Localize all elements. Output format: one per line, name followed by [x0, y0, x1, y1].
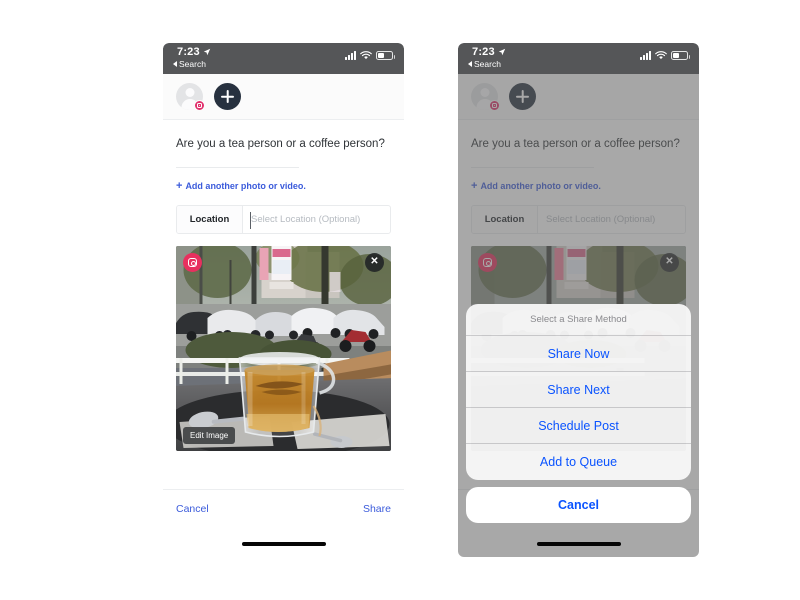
add-media-button[interactable]: + Add another photo or video.	[176, 179, 391, 192]
instagram-badge-icon	[194, 100, 205, 111]
status-bar: 7:23 Search	[163, 43, 404, 74]
battery-icon	[671, 51, 690, 60]
text-caret	[249, 211, 251, 229]
account-selector-bar	[163, 74, 404, 120]
cancel-button[interactable]: Cancel	[176, 503, 209, 515]
action-sheet-item-share-next[interactable]: Share Next	[466, 372, 691, 408]
location-label: Location	[177, 205, 243, 233]
location-row: Location Select Location (Optional)	[176, 204, 391, 234]
composer-divider	[176, 166, 299, 168]
home-indicator	[536, 542, 621, 546]
composer-footer: Cancel Share	[163, 489, 404, 527]
status-bar-time-group: 7:23	[472, 46, 506, 58]
status-bar-time-group: 7:23	[177, 46, 211, 58]
phone-left-composer: 7:23 Search Are you a tea person or a co…	[163, 43, 404, 557]
photo-image	[176, 245, 391, 451]
location-placeholder: Select Location (Optional)	[251, 213, 361, 225]
action-sheet-item-add-to-queue[interactable]: Add to Queue	[466, 444, 691, 480]
status-bar-time: 7:23	[177, 46, 200, 58]
location-arrow-icon	[203, 48, 211, 56]
add-account-button[interactable]	[214, 83, 241, 110]
wifi-icon	[655, 51, 667, 60]
status-bar: 7:23 Search	[458, 43, 699, 74]
share-button[interactable]: Share	[363, 503, 391, 515]
post-text[interactable]: Are you a tea person or a coffee person?	[176, 136, 391, 153]
status-bar-back-label: Search	[179, 59, 206, 69]
add-media-label: Add another photo or video.	[185, 181, 306, 192]
app-content: Are you a tea person or a coffee person?…	[458, 74, 699, 557]
edit-image-button[interactable]: Edit Image	[183, 426, 236, 444]
location-arrow-icon	[498, 48, 506, 56]
battery-icon	[376, 51, 395, 60]
action-sheet-title: Select a Share Method	[466, 304, 691, 336]
action-sheet-options-group: Select a Share Method Share Now Share Ne…	[466, 304, 691, 480]
status-bar-time: 7:23	[472, 46, 495, 58]
status-bar-back-to-app[interactable]: Search	[468, 59, 501, 69]
status-bar-back-label: Search	[474, 59, 501, 69]
cellular-bars-icon	[345, 51, 356, 60]
avatar[interactable]	[176, 83, 205, 111]
plus-icon: +	[176, 179, 183, 192]
app-content: Are you a tea person or a coffee person?…	[163, 74, 404, 557]
action-sheet-item-share-now[interactable]: Share Now	[466, 336, 691, 372]
status-bar-indicators	[345, 51, 395, 60]
share-method-action-sheet: Select a Share Method Share Now Share Ne…	[466, 304, 691, 523]
home-indicator	[241, 542, 326, 546]
instagram-icon[interactable]	[183, 252, 202, 272]
action-sheet-cancel-button[interactable]: Cancel	[466, 487, 691, 523]
attached-photo[interactable]: ✕ Edit Image	[176, 245, 391, 451]
back-triangle-icon	[468, 61, 472, 67]
action-sheet-item-schedule-post[interactable]: Schedule Post	[466, 408, 691, 444]
status-bar-indicators	[640, 51, 690, 60]
wifi-icon	[360, 51, 372, 60]
phone-right-share-sheet: 7:23 Search Select a Share Method Share …	[458, 43, 699, 557]
cellular-bars-icon	[640, 51, 651, 60]
status-bar-back-to-app[interactable]: Search	[173, 59, 206, 69]
screenshot-canvas: 7:23 Search Are you a tea person or a co…	[0, 0, 800, 600]
location-input[interactable]: Select Location (Optional)	[243, 206, 390, 233]
back-triangle-icon	[173, 61, 177, 67]
close-icon[interactable]: ✕	[365, 252, 384, 272]
composer: Are you a tea person or a coffee person?…	[163, 120, 404, 234]
